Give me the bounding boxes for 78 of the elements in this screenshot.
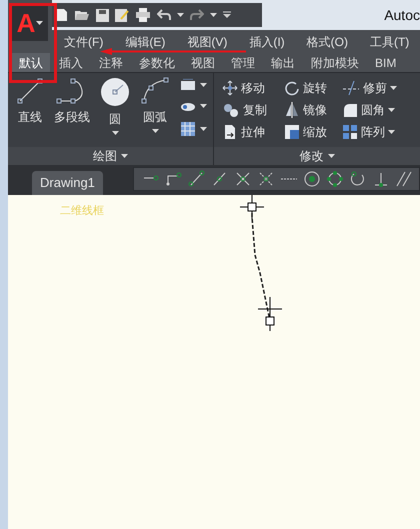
rectangle-icon[interactable] [180, 79, 196, 91]
undo-icon[interactable] [157, 9, 171, 21]
ribbon-tab[interactable]: 视图 [184, 53, 222, 72]
dropdown-caret-icon[interactable] [328, 154, 334, 158]
move-arrows-icon [222, 80, 238, 96]
dropdown-caret-icon[interactable] [388, 130, 395, 134]
open-folder-icon[interactable] [74, 9, 90, 21]
ribbon-tab[interactable]: 管理 [224, 53, 262, 72]
save-as-icon[interactable] [115, 8, 129, 22]
line-icon [16, 77, 44, 105]
quadrant-circle-icon[interactable] [326, 170, 344, 188]
dropdown-caret-icon[interactable] [36, 21, 44, 25]
redo-icon[interactable] [190, 9, 204, 21]
dropdown-caret-icon[interactable] [121, 154, 128, 158]
window-title: Autoc [384, 6, 420, 24]
dropdown-caret-icon[interactable] [388, 108, 395, 112]
mirror-icon [284, 102, 300, 118]
hatch-grid-icon[interactable] [180, 121, 196, 137]
tool-label[interactable]: 圆角 [361, 100, 385, 118]
ribbon-tab[interactable]: 附加模块 [304, 53, 366, 72]
dropdown-caret-icon[interactable] [112, 131, 118, 135]
dropdown-caret-icon[interactable] [200, 104, 207, 108]
document-tab[interactable]: Drawing1 [32, 171, 103, 195]
tangent-circle-icon[interactable] [349, 170, 367, 188]
menu-item[interactable]: 文件(F) [64, 33, 104, 51]
tool-label[interactable]: 多段线 [54, 108, 90, 126]
tool-label[interactable]: 移动 [241, 78, 265, 96]
copy-icon [222, 102, 240, 118]
ribbon-tab[interactable]: BIM [368, 53, 404, 72]
dropdown-caret-icon[interactable] [210, 13, 217, 17]
customize-menu-icon[interactable] [223, 11, 231, 19]
tool-label[interactable]: 缩放 [303, 122, 327, 140]
ribbon-tab[interactable]: 注释 [92, 53, 130, 72]
tool-label[interactable]: 直线 [18, 108, 42, 126]
tool-label[interactable]: 镜像 [303, 100, 327, 118]
menu-item[interactable]: 视图(V) [187, 33, 228, 51]
printer-icon[interactable] [135, 8, 151, 22]
stretch-icon [222, 124, 238, 140]
corner-line-icon[interactable] [165, 170, 183, 188]
application-menu-button[interactable]: A [12, 5, 48, 41]
tool-label[interactable]: 圆弧 [143, 108, 167, 126]
parallel-lines-icon[interactable] [395, 170, 413, 188]
diagonal-line-icon[interactable] [188, 170, 206, 188]
tool-label[interactable]: 修剪 [363, 78, 387, 96]
target-circle-icon[interactable] [303, 170, 321, 188]
array-grid-icon [342, 124, 358, 140]
tool-label[interactable]: 旋转 [303, 78, 327, 96]
cross-icon[interactable] [234, 170, 252, 188]
dropdown-caret-icon[interactable] [390, 86, 397, 90]
dropdown-caret-icon[interactable] [177, 13, 184, 17]
menu-item[interactable]: 插入(I) [249, 33, 285, 51]
trim-icon [342, 80, 360, 96]
perpendicular-icon[interactable] [372, 170, 390, 188]
dropdown-caret-icon[interactable] [200, 83, 207, 87]
dropdown-caret-icon[interactable] [200, 127, 207, 131]
tool-label[interactable]: 复制 [243, 100, 267, 118]
dropdown-caret-icon[interactable] [152, 129, 158, 133]
ribbon-tab[interactable]: 插入 [52, 53, 90, 72]
cross-icon[interactable] [257, 170, 275, 188]
menu-item[interactable]: 格式(O) [306, 33, 348, 51]
hatch-ellipse-icon[interactable] [180, 100, 196, 112]
menu-item[interactable]: 编辑(E) [125, 33, 166, 51]
circle-icon [100, 77, 130, 107]
panel-title[interactable]: 绘图 [93, 147, 117, 165]
tool-label[interactable]: 圆 [109, 110, 121, 128]
scale-icon [284, 124, 300, 140]
ribbon-tab[interactable]: 参数化 [132, 53, 182, 72]
tool-label[interactable]: 拉伸 [241, 122, 265, 140]
save-icon[interactable] [96, 8, 109, 22]
arc-icon [140, 77, 170, 105]
tool-label[interactable]: 阵列 [361, 122, 385, 140]
fillet-icon [342, 102, 358, 118]
new-file-icon[interactable] [56, 8, 68, 22]
ribbon-tab[interactable]: 输出 [264, 53, 302, 72]
ribbon-tab[interactable]: 默认 [12, 53, 50, 72]
panel-title[interactable]: 修改 [300, 147, 324, 165]
menu-item[interactable]: 工具(T) [370, 33, 410, 51]
rotate-icon [284, 80, 300, 96]
